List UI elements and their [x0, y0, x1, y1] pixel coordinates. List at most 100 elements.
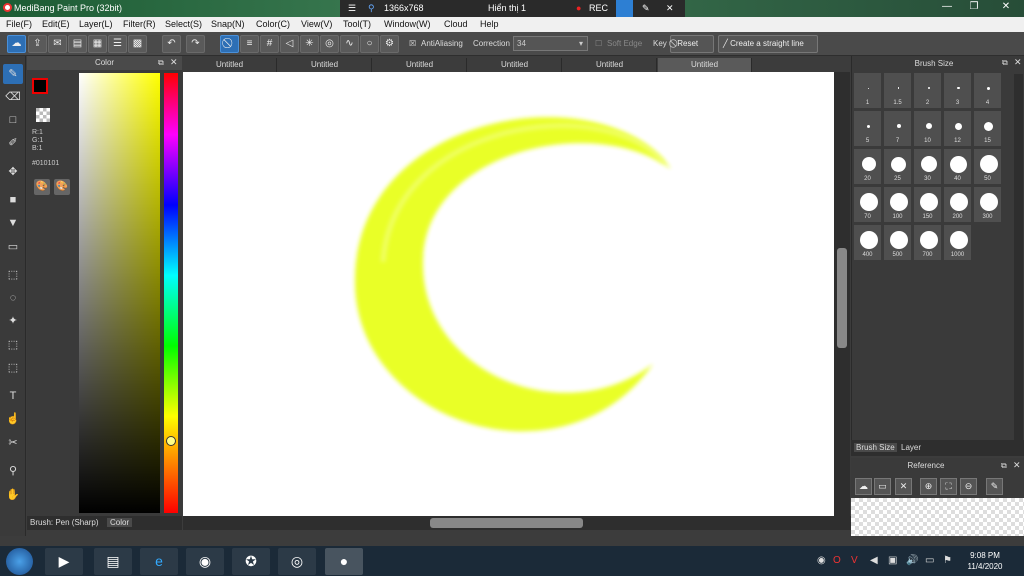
- crisscross-snap-icon[interactable]: #: [260, 35, 279, 53]
- fill-shape-tool-icon[interactable]: ■: [3, 190, 23, 210]
- text-tool-icon[interactable]: T: [3, 386, 23, 406]
- tray-app-icon[interactable]: ◉: [817, 555, 826, 566]
- display-icon[interactable]: ▭: [925, 555, 934, 566]
- tab-untitled-2[interactable]: Untitled: [278, 58, 372, 72]
- start-button[interactable]: [6, 548, 33, 575]
- opera-icon[interactable]: O: [833, 555, 841, 566]
- tab-untitled-4[interactable]: Untitled: [468, 58, 562, 72]
- operation-tool-icon[interactable]: ☝: [3, 409, 23, 429]
- close-reference-icon[interactable]: ✕: [895, 478, 912, 495]
- foreground-color-swatch[interactable]: [32, 78, 48, 94]
- network-icon[interactable]: ▣: [888, 555, 897, 566]
- color-tab[interactable]: Color: [107, 518, 133, 527]
- media-player-icon[interactable]: ▶: [45, 548, 83, 575]
- horizontal-scrollbar[interactable]: [183, 516, 851, 530]
- vertical-scroll-thumb[interactable]: [837, 248, 847, 348]
- brush-size-cell[interactable]: 20: [853, 148, 882, 185]
- internet-explorer-icon[interactable]: e: [140, 548, 178, 575]
- brush-size-cell[interactable]: 1.5: [883, 72, 912, 109]
- menu-color[interactable]: Color(C): [256, 19, 290, 29]
- dot-tool-icon[interactable]: □: [3, 110, 23, 130]
- tab-untitled-5[interactable]: Untitled: [563, 58, 657, 72]
- antialiasing-checkbox[interactable]: ☒: [409, 39, 416, 48]
- bucket-tool-icon[interactable]: ▼: [3, 213, 23, 233]
- close-panel-icon[interactable]: ✕: [170, 57, 178, 68]
- reset-button[interactable]: ⃠ Reset: [670, 35, 714, 53]
- vanishing-point-icon[interactable]: ◁: [280, 35, 299, 53]
- brush-size-cell[interactable]: 2: [913, 72, 942, 109]
- warning-icon[interactable]: ◀: [870, 555, 878, 566]
- brush-pen-tool-icon[interactable]: ✐: [3, 133, 23, 153]
- minimize-button[interactable]: —: [935, 0, 959, 14]
- disc-app-icon[interactable]: ◎: [278, 548, 316, 575]
- app-green-icon[interactable]: ✪: [232, 548, 270, 575]
- menu-icon[interactable]: ☰: [348, 3, 356, 14]
- cloud-icon[interactable]: ☁: [7, 35, 26, 53]
- select-pen-tool-icon[interactable]: ⬚: [3, 335, 23, 355]
- pen-icon[interactable]: ✎: [642, 3, 650, 14]
- select-rect-tool-icon[interactable]: ⬚: [3, 265, 23, 285]
- brush-size-cell[interactable]: 25: [883, 148, 912, 185]
- close-recorder-icon[interactable]: ✕: [666, 3, 674, 14]
- vertical-scrollbar[interactable]: [834, 72, 850, 516]
- brush-size-cell[interactable]: 3: [943, 72, 972, 109]
- brush-size-cell[interactable]: 400: [853, 224, 882, 261]
- tab-untitled-6[interactable]: Untitled: [658, 58, 752, 72]
- menu-layer[interactable]: Layer(L): [79, 19, 113, 29]
- circle-snap-icon[interactable]: ○: [360, 35, 379, 53]
- speech-icon[interactable]: ▤: [68, 35, 87, 53]
- radial-snap-icon[interactable]: ✳: [300, 35, 319, 53]
- reference-canvas[interactable]: [851, 498, 1024, 536]
- brush-size-cell[interactable]: 1: [853, 72, 882, 109]
- brush-size-cell[interactable]: 200: [943, 186, 972, 223]
- menu-cloud[interactable]: Cloud: [444, 19, 468, 29]
- brush-size-cell[interactable]: 100: [883, 186, 912, 223]
- brush-size-cell[interactable]: 5: [853, 110, 882, 147]
- brush-size-cell[interactable]: 40: [943, 148, 972, 185]
- brush-size-cell[interactable]: 12: [943, 110, 972, 147]
- file-explorer-icon[interactable]: ▤: [94, 548, 132, 575]
- share-icon[interactable]: ⇪: [28, 35, 47, 53]
- menu-help[interactable]: Help: [480, 19, 499, 29]
- comment-icon[interactable]: ✉: [48, 35, 67, 53]
- fit-icon[interactable]: ⛶: [940, 478, 957, 495]
- pin-icon[interactable]: ⚲: [368, 3, 375, 14]
- popout-icon[interactable]: ⧉: [1002, 58, 1008, 68]
- menu-file[interactable]: File(F): [6, 19, 32, 29]
- tab-layer[interactable]: Layer: [901, 443, 921, 452]
- close-button[interactable]: ✕: [994, 0, 1018, 14]
- brush-size-cell[interactable]: 700: [913, 224, 942, 261]
- brush-size-cell[interactable]: 50: [973, 148, 1002, 185]
- brush-size-cell[interactable]: 150: [913, 186, 942, 223]
- transparent-swatch[interactable]: [36, 108, 50, 122]
- brush-size-cell[interactable]: 30: [913, 148, 942, 185]
- select-eraser-tool-icon[interactable]: ⬚: [3, 358, 23, 378]
- vivaldi-icon[interactable]: V: [851, 555, 858, 566]
- hue-slider[interactable]: [164, 73, 178, 513]
- redo-icon[interactable]: ↷: [186, 35, 205, 53]
- menu-window[interactable]: Window(W): [384, 19, 431, 29]
- saturation-value-picker[interactable]: [79, 73, 160, 513]
- close-panel-icon[interactable]: ✕: [1014, 57, 1022, 68]
- volume-icon[interactable]: 🔊: [906, 555, 918, 566]
- palette-icon[interactable]: 🎨: [34, 179, 50, 195]
- medibang-taskbar-icon[interactable]: ●: [325, 548, 363, 575]
- hand-tool-icon[interactable]: ✋: [3, 485, 23, 505]
- brush-tool-icon[interactable]: ✎: [3, 64, 23, 84]
- tab-untitled-3[interactable]: Untitled: [373, 58, 467, 72]
- record-button[interactable]: REC: [589, 3, 608, 13]
- tab-brush-size[interactable]: Brush Size: [854, 443, 897, 452]
- curve-snap-icon[interactable]: ∿: [340, 35, 359, 53]
- drawing-canvas[interactable]: [183, 72, 835, 516]
- hue-marker[interactable]: [166, 436, 176, 446]
- lasso-tool-icon[interactable]: ◌: [3, 288, 23, 308]
- snap-settings-icon[interactable]: ⚙: [380, 35, 399, 53]
- grid-icon[interactable]: ▩: [128, 35, 147, 53]
- brush-size-cell[interactable]: 500: [883, 224, 912, 261]
- eyedropper-icon[interactable]: ✎: [986, 478, 1003, 495]
- divide-tool-icon[interactable]: ✂: [3, 433, 23, 453]
- undo-icon[interactable]: ↶: [162, 35, 181, 53]
- zoom-out-icon[interactable]: ⊖: [960, 478, 977, 495]
- zoom-in-icon[interactable]: ⊕: [920, 478, 937, 495]
- magic-wand-tool-icon[interactable]: ✦: [3, 311, 23, 331]
